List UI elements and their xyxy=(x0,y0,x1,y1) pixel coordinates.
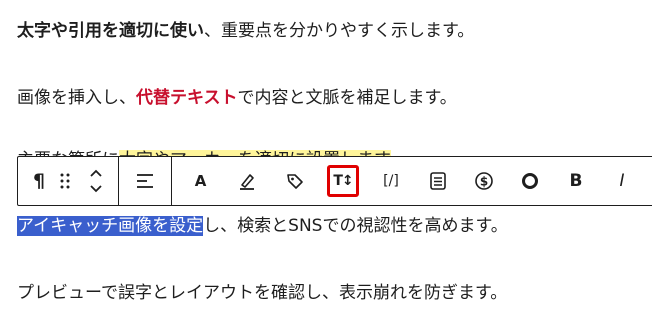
bold-text: 太字や引用を適切に使い xyxy=(17,21,204,41)
move-up-down-icon[interactable] xyxy=(78,157,114,205)
paragraph-2[interactable]: 画像を挿入し、代替テキストで内容と文脈を補足します。 xyxy=(17,86,457,110)
inline-code-icon[interactable]: [/] xyxy=(367,157,415,205)
paragraph-5[interactable]: プレビューで誤字とレイアウトを確認し、表示崩れを防ぎます。 xyxy=(17,281,507,305)
dollar-circle-icon[interactable]: $ xyxy=(461,157,507,205)
list-icon[interactable] xyxy=(415,157,461,205)
circle-icon[interactable] xyxy=(507,157,553,205)
bold-icon[interactable]: B xyxy=(553,157,599,205)
paragraph-text: プレビューで誤字とレイアウトを確認し、表示崩れを防ぎます。 xyxy=(17,283,508,303)
text-color-icon[interactable]: A xyxy=(178,157,223,205)
paragraph-text: し、検索とSNSでの視認性を高めます。 xyxy=(203,216,508,236)
paragraph-1[interactable]: 太字や引用を適切に使い、重要点を分かりやすく示します。 xyxy=(17,19,474,43)
paragraph-4[interactable]: アイキャッチ画像を設定し、検索とSNSでの視認性を高めます。 xyxy=(17,214,508,238)
italic-icon[interactable]: I xyxy=(599,157,645,205)
paragraph-block-icon[interactable]: ¶ xyxy=(26,157,52,205)
active-tool-frame: T↕ xyxy=(327,165,359,197)
align-left-icon[interactable] xyxy=(129,157,161,205)
block-toolbar: ¶ A T↕ [/] $ B I xyxy=(17,156,652,206)
paragraph-text: 画像を挿入し、 xyxy=(17,88,136,108)
red-bold-text: 代替テキスト xyxy=(136,88,238,108)
selected-text[interactable]: アイキャッチ画像を設定 xyxy=(17,216,204,236)
tag-icon[interactable] xyxy=(271,157,319,205)
paragraph-text: 、重要点を分かりやすく示します。 xyxy=(204,21,475,41)
paragraph-text: で内容と文脈を補足します。 xyxy=(237,88,457,108)
svg-text:$: $ xyxy=(480,175,488,189)
font-size-icon[interactable]: T↕ xyxy=(319,157,367,205)
highlighter-icon[interactable] xyxy=(223,157,271,205)
drag-handle-icon[interactable] xyxy=(52,157,78,205)
